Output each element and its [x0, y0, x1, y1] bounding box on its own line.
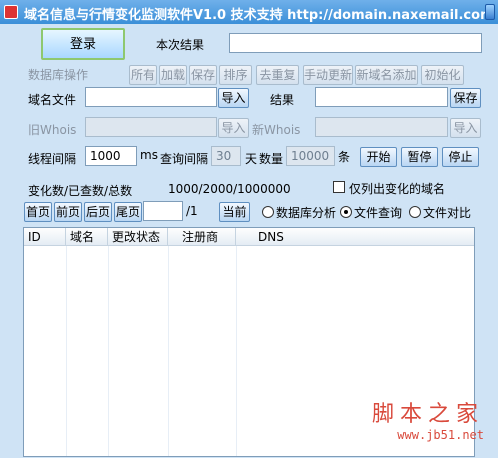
- watermark-url: www.jb51.net: [397, 428, 484, 442]
- watermark: 脚本之家 www.jb51.net: [372, 396, 484, 442]
- column-header-dns[interactable]: DNS: [236, 228, 476, 246]
- page-total: /1: [186, 204, 198, 218]
- result-save-button[interactable]: 保存: [450, 88, 481, 108]
- domain-file-label: 域名文件: [28, 93, 77, 107]
- thread-interval-unit: ms: [140, 148, 158, 162]
- stats-value: 1000/2000/1000000: [168, 182, 291, 196]
- prev-page-button[interactable]: 前页: [54, 202, 82, 222]
- new-whois-field[interactable]: [315, 117, 448, 137]
- mode-file-query-radio[interactable]: [340, 206, 352, 218]
- query-interval-label: 查询间隔: [160, 152, 209, 166]
- db-dedupe-button[interactable]: 去重复: [256, 65, 299, 85]
- db-save-button[interactable]: 保存: [189, 65, 217, 85]
- stop-button[interactable]: 停止: [442, 147, 479, 167]
- only-changed-label: 仅列出变化的域名: [349, 182, 446, 196]
- login-button[interactable]: 登录: [41, 28, 125, 60]
- new-whois-label: 新Whois: [252, 123, 301, 137]
- page-number-field[interactable]: [143, 201, 183, 221]
- count-label: 数量: [259, 152, 284, 166]
- start-button[interactable]: 开始: [360, 147, 397, 167]
- mode-file-query-label: 文件查询: [354, 206, 403, 220]
- db-manual-update-button[interactable]: 手动更新: [303, 65, 353, 85]
- db-init-button[interactable]: 初始化: [421, 65, 464, 85]
- column-divider: [168, 246, 169, 456]
- app-icon: [4, 5, 18, 19]
- query-interval-unit: 天: [245, 152, 258, 166]
- count-field[interactable]: [286, 146, 335, 166]
- thread-interval-field[interactable]: [85, 146, 137, 166]
- column-header-domain[interactable]: 域名: [66, 228, 108, 246]
- db-sort-button[interactable]: 排序: [219, 65, 252, 85]
- column-divider: [236, 246, 237, 456]
- db-load-button[interactable]: 加载: [159, 65, 187, 85]
- domain-file-field[interactable]: [85, 87, 217, 107]
- old-whois-import-button[interactable]: 导入: [218, 118, 249, 138]
- result-file-label: 结果: [270, 93, 295, 107]
- result-file-field[interactable]: [315, 87, 448, 107]
- db-all-button[interactable]: 所有: [129, 65, 157, 85]
- new-whois-import-button[interactable]: 导入: [450, 118, 481, 138]
- mode-file-compare-radio[interactable]: [409, 206, 421, 218]
- current-page-button[interactable]: 当前: [219, 202, 250, 222]
- mode-db-analysis-label: 数据库分析: [276, 206, 337, 220]
- title-bar: 域名信息与行情变化监测软件V1.0 技术支持 http://domain.nax…: [0, 0, 498, 24]
- query-interval-field[interactable]: [211, 146, 241, 166]
- result-label: 本次结果: [156, 38, 205, 52]
- old-whois-field[interactable]: [85, 117, 217, 137]
- old-whois-label: 旧Whois: [28, 123, 77, 137]
- table-header: ID 域名 更改状态 注册商 DNS: [24, 228, 474, 246]
- watermark-main: 脚本之家: [371, 402, 484, 427]
- pause-button[interactable]: 暂停: [401, 147, 438, 167]
- thread-interval-label: 线程间隔: [28, 152, 77, 166]
- first-page-button[interactable]: 首页: [24, 202, 52, 222]
- column-header-status[interactable]: 更改状态: [108, 228, 168, 246]
- db-ops-label: 数据库操作: [28, 68, 89, 82]
- next-page-button[interactable]: 后页: [84, 202, 112, 222]
- last-page-button[interactable]: 尾页: [114, 202, 142, 222]
- domain-file-import-button[interactable]: 导入: [218, 88, 249, 108]
- column-header-registrar[interactable]: 注册商: [168, 228, 236, 246]
- column-header-id[interactable]: ID: [24, 228, 66, 246]
- mode-file-compare-label: 文件对比: [423, 206, 472, 220]
- count-unit: 条: [338, 150, 351, 164]
- stats-label: 变化数/已查数/总数: [28, 184, 133, 198]
- mode-db-analysis-radio[interactable]: [262, 206, 274, 218]
- title-edge-button[interactable]: [485, 4, 495, 20]
- column-divider: [108, 246, 109, 456]
- column-divider: [66, 246, 67, 456]
- db-add-domain-button[interactable]: 新域名添加: [355, 65, 418, 85]
- window-title: 域名信息与行情变化监测软件V1.0 技术支持 http://domain.nax…: [24, 8, 494, 23]
- only-changed-checkbox[interactable]: [333, 181, 345, 193]
- current-result-field[interactable]: [229, 33, 482, 53]
